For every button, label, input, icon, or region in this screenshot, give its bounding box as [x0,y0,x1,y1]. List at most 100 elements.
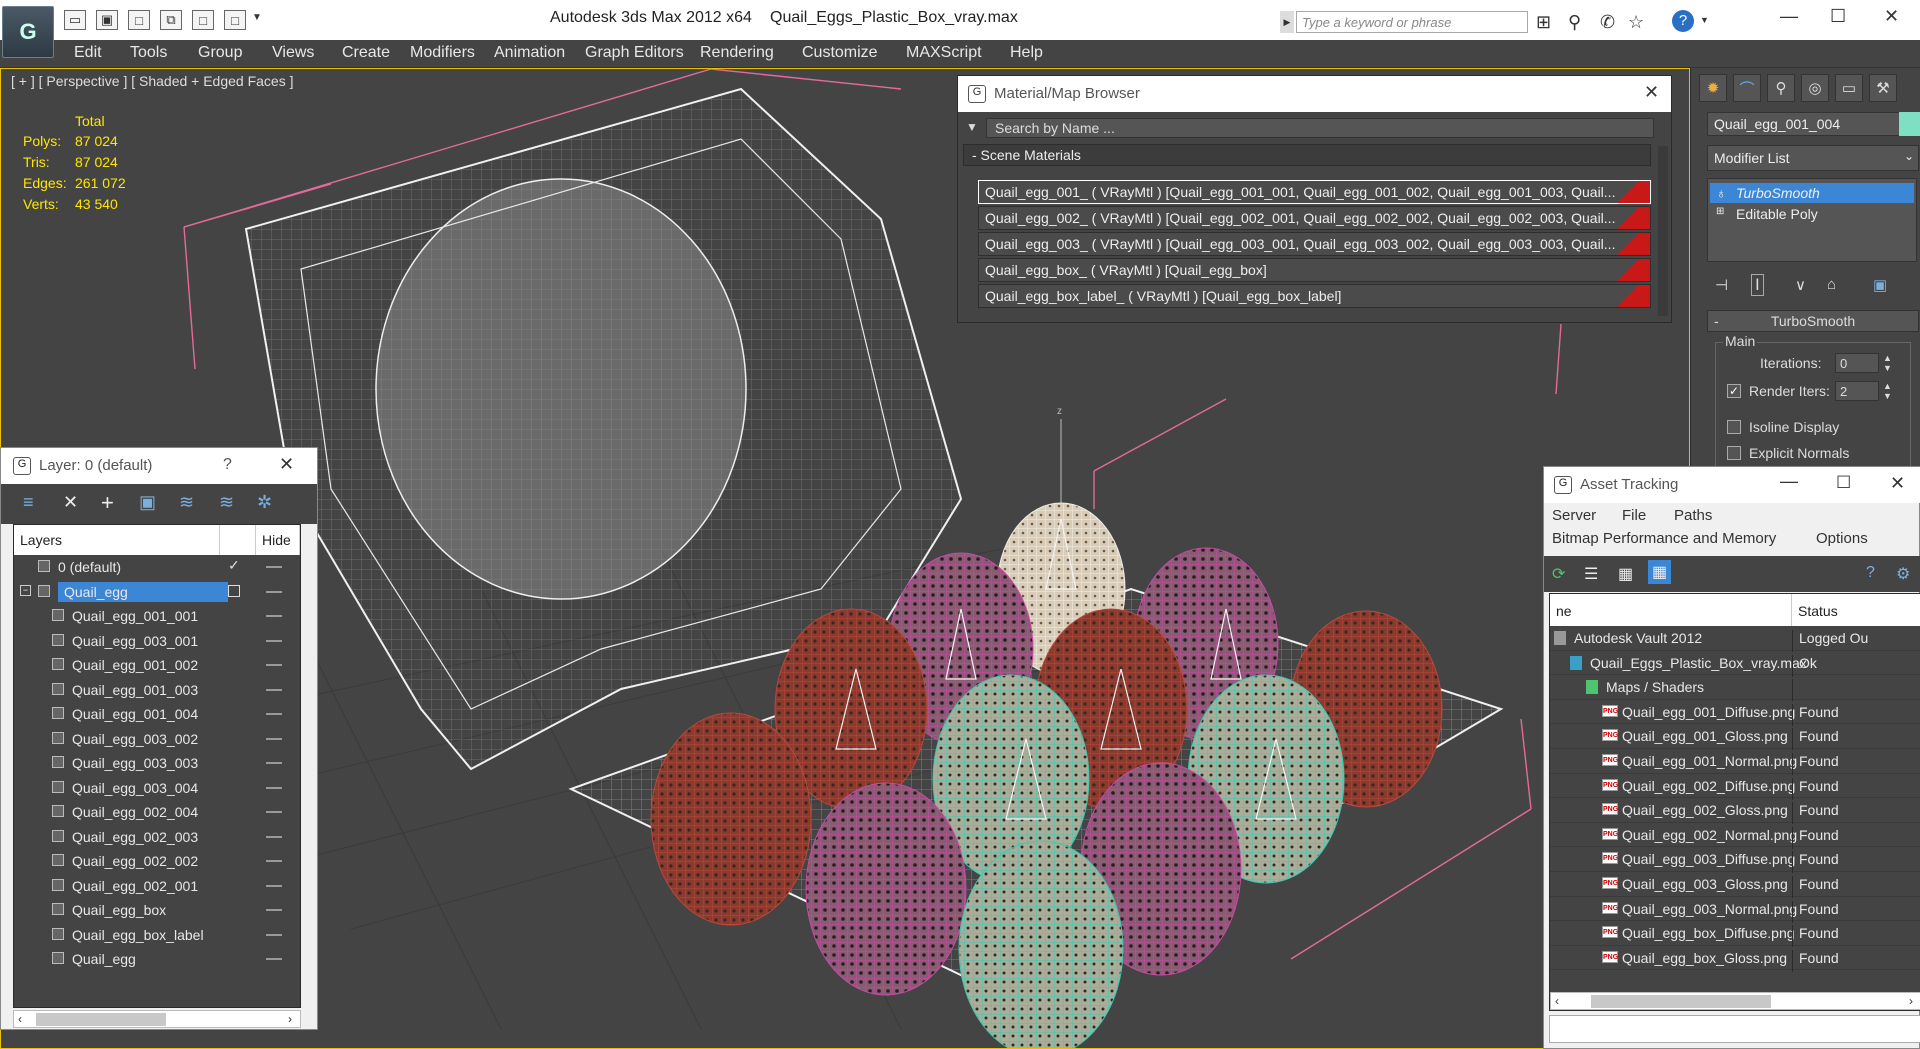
save-icon[interactable]: ▣ [96,10,118,30]
asset-row[interactable]: PNG Quail_egg_box_Diffuse.png Found [1550,921,1920,948]
at-menu-bitmap-performance[interactable]: Bitmap Performance and Memory [1552,530,1776,547]
asset-row[interactable]: Maps / Shaders [1550,675,1920,702]
communication-center-icon[interactable]: ✆ [1600,12,1615,33]
refresh-icon[interactable]: ⟳ [1552,564,1565,584]
pin-stack-icon[interactable]: ⊣ [1715,276,1728,294]
menu-edit[interactable]: Edit [74,44,102,62]
scroll-left-icon[interactable]: ‹ [1555,994,1559,1008]
menu-modifiers[interactable]: Modifiers [410,44,475,62]
minimize-icon[interactable]: — [1780,6,1798,27]
make-unique-icon[interactable]: ∨ [1795,276,1806,294]
layer-object-row[interactable]: Quail_egg_002_003 [14,825,300,850]
hide-all-layers-icon[interactable]: ≋ [219,492,234,513]
table-view-icon[interactable]: ▦ [1618,564,1633,584]
object-name-field[interactable]: Quail_egg_001_004 [1707,112,1905,136]
layer-object-row[interactable]: Quail_egg [14,947,300,972]
asset-row[interactable]: PNG Quail_egg_003_Diffuse.png Found [1550,847,1920,874]
set-current-layer-icon[interactable] [228,584,240,597]
copy-icon[interactable]: ⧉ [160,10,182,30]
asset-row[interactable]: PNG Quail_egg_003_Gloss.png Found [1550,872,1920,898]
asset-horizontal-scrollbar[interactable]: ‹ › [1550,992,1920,1010]
layer-object-row[interactable]: Quail_egg_001_004 [14,702,300,727]
hide-toggle[interactable] [266,958,282,960]
asset-row[interactable]: Quail_Eggs_Plastic_Box_vray.max Ok [1550,651,1920,677]
isoline-display-checkbox[interactable] [1727,420,1741,434]
menu-help[interactable]: Help [1010,44,1043,62]
asset-tracking-titlebar[interactable]: G Asset Tracking — ☐ ✕ [1544,467,1920,503]
application-menu-logo-icon[interactable]: G [2,6,54,58]
hide-toggle[interactable] [266,566,282,568]
create-layer-icon[interactable]: ≡ [23,492,34,513]
menu-rendering[interactable]: Rendering [700,44,774,62]
asset-path-field[interactable] [1549,1015,1920,1043]
hide-toggle[interactable] [266,811,282,813]
at-minimize-icon[interactable]: — [1780,471,1798,492]
at-menu-file[interactable]: File [1622,507,1646,524]
scroll-right-icon[interactable]: › [1909,994,1913,1008]
open-folder-icon[interactable]: ▭ [64,10,86,30]
scroll-left-icon[interactable]: ‹ [18,1012,22,1026]
favorites-star-icon[interactable]: ☆ [1628,12,1644,33]
current-layer-check-icon[interactable]: ✓ [228,557,240,574]
material-row[interactable]: Quail_egg_001_ ( VRayMtl ) [Quail_egg_00… [978,180,1651,204]
scrollbar-thumb[interactable] [36,1013,166,1026]
material-search-input[interactable]: Search by Name ... [986,118,1654,138]
search-expand-icon[interactable]: ▶ [1280,11,1294,33]
layer-object-row[interactable]: Quail_egg_002_004 [14,800,300,825]
grid-view-icon[interactable]: ▦ [1648,560,1672,584]
scrollbar-thumb[interactable] [1591,995,1771,1008]
stack-item-editable-poly[interactable]: ⊞ Editable Poly [1710,204,1914,224]
hide-toggle[interactable] [266,835,282,838]
menu-graph-editors[interactable]: Graph Editors [585,44,684,62]
quick-access-dropdown-icon[interactable]: ▼ [252,12,262,23]
hide-toggle[interactable] [266,909,282,911]
menu-customize[interactable]: Customize [802,44,878,62]
browser-options-dropdown-icon[interactable]: ▼ [966,120,978,134]
layer-object-row[interactable]: Quail_egg_001_003 [14,678,300,703]
asset-row[interactable]: PNG Quail_egg_002_Gloss.png Found [1550,798,1920,825]
help-tracking-icon[interactable]: ? [1866,564,1875,582]
name-column-header[interactable]: ne [1550,594,1792,626]
remove-modifier-icon[interactable]: ⌂ [1827,276,1836,293]
render-iters-checkbox[interactable]: ✓ [1727,384,1741,398]
highlight-layer-icon[interactable]: ≋ [179,492,194,513]
hide-toggle[interactable] [266,786,282,789]
hide-toggle[interactable] [266,933,282,936]
expand-plus-icon[interactable]: ⊞ [1716,206,1724,217]
spinner-arrows-icon[interactable]: ▲ ▼ [1883,353,1892,373]
scroll-right-icon[interactable]: › [288,1012,292,1026]
help-icon[interactable]: ? [1672,10,1694,32]
layer-object-row[interactable]: Quail_egg_003_003 [14,751,300,776]
menu-create[interactable]: Create [342,44,390,62]
at-menu-options[interactable]: Options [1816,530,1868,547]
at-menu-paths[interactable]: Paths [1674,507,1712,524]
asset-row[interactable]: PNG Quail_egg_box_Gloss.png Found [1550,946,1920,972]
layer-manager-titlebar[interactable]: G Layer: 0 (default) ? ✕ [1,448,317,484]
menu-views[interactable]: Views [272,44,314,62]
show-end-result-icon[interactable]: I [1751,274,1764,296]
maximize-icon[interactable]: ☐ [1830,6,1846,27]
layer-object-row[interactable]: Quail_egg_box [14,898,300,923]
create-tab-icon[interactable]: ✹ [1699,74,1727,102]
layer-object-row[interactable]: Quail_egg_box_label [14,923,300,948]
asset-row[interactable]: PNG Quail_egg_003_Normal.png Found [1550,897,1920,923]
object-color-swatch[interactable] [1899,112,1920,136]
turbosmooth-rollout-header[interactable]: - TurboSmooth [1707,310,1919,332]
asset-row[interactable]: PNG Quail_egg_002_Normal.png Found [1550,823,1920,849]
menu-group[interactable]: Group [198,44,242,62]
layer-help-icon[interactable]: ? [223,456,232,474]
layer-object-row[interactable]: Quail_egg_003_002 [14,727,300,752]
delete-layer-icon[interactable]: ✕ [63,492,78,513]
select-objects-icon[interactable]: ▣ [139,492,156,513]
lightbulb-icon[interactable]: ♁ [1716,185,1727,201]
material-browser-close-icon[interactable]: ✕ [1644,82,1659,103]
freeze-all-layers-icon[interactable]: ✲ [257,492,272,513]
at-menu-server[interactable]: Server [1552,507,1596,524]
asset-row[interactable]: Autodesk Vault 2012 Logged Ou [1550,626,1920,652]
layer-object-row[interactable]: Quail_egg_001_001 [14,604,300,629]
modify-tab-icon[interactable]: ⌒ [1733,74,1761,102]
vault-options-icon[interactable]: ⚙ [1896,564,1910,584]
hide-toggle[interactable] [266,664,282,666]
add-to-layer-icon[interactable]: + [101,490,114,516]
hide-toggle[interactable] [266,615,282,617]
